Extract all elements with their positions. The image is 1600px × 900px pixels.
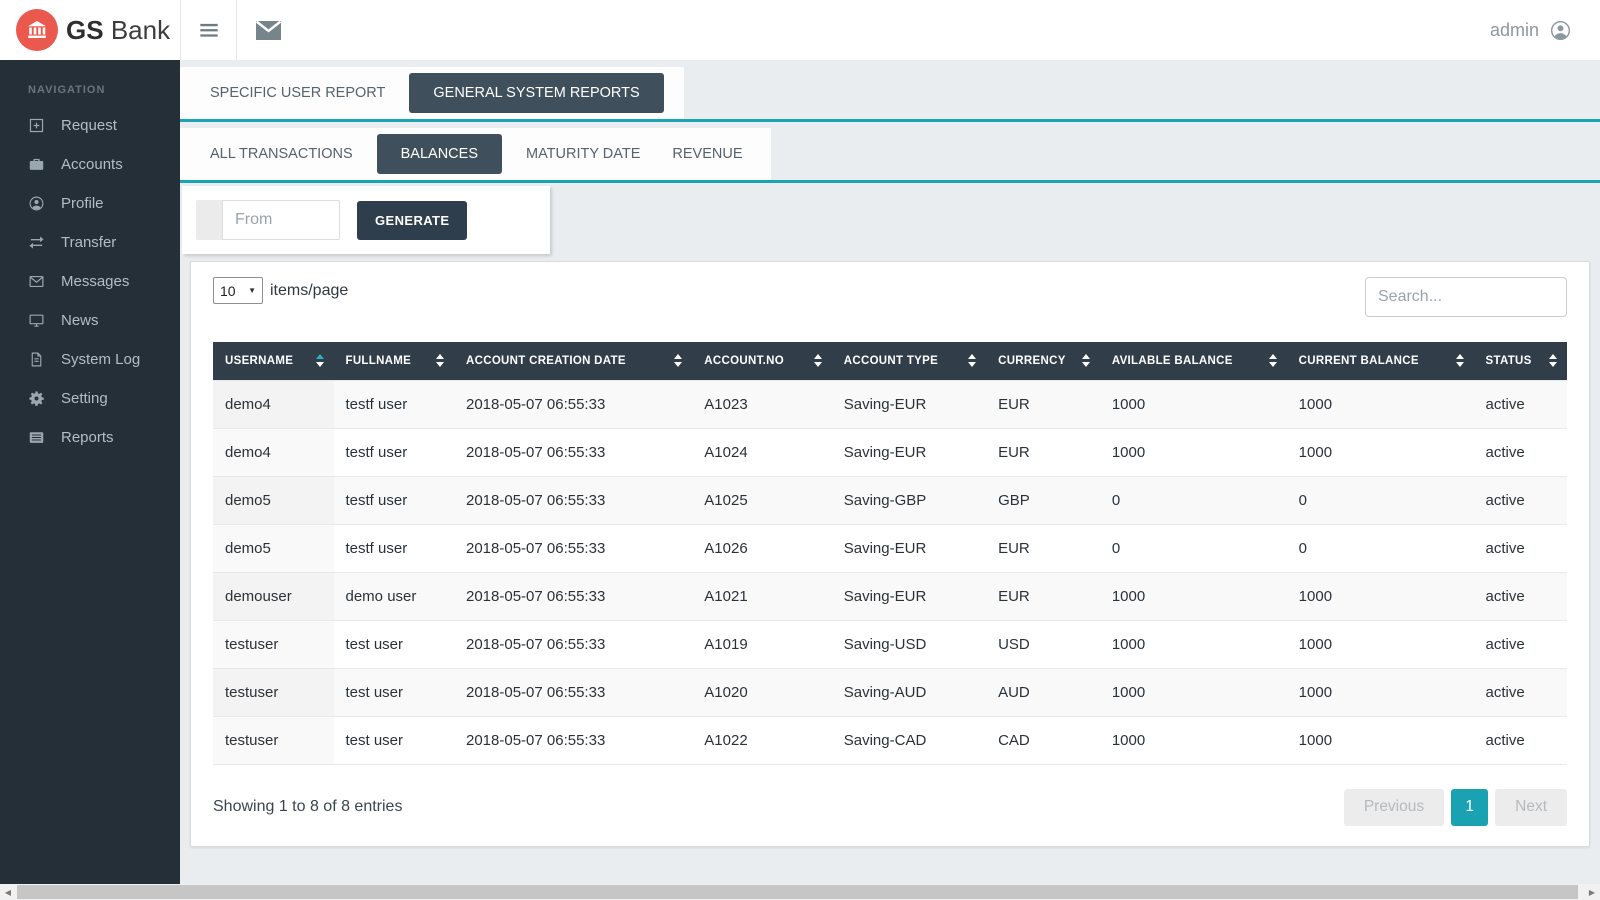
- sort-icon: [1456, 354, 1464, 367]
- page-size-label: items/page: [270, 282, 348, 300]
- sort-icon: [1549, 354, 1557, 367]
- col-header-status[interactable]: STATUS: [1474, 342, 1567, 380]
- tab-all-transactions[interactable]: ALL TRANSACTIONS: [196, 134, 367, 174]
- page-1-button[interactable]: 1: [1451, 789, 1488, 826]
- from-date-input[interactable]: [222, 200, 340, 240]
- col-header-username[interactable]: USERNAME: [213, 342, 334, 380]
- sidebar-item-transfer[interactable]: Transfer: [0, 223, 180, 262]
- tab-general-system-reports[interactable]: GENERAL SYSTEM REPORTS: [409, 73, 663, 113]
- table-row: testusertest user2018-05-07 06:55:33A102…: [213, 668, 1567, 716]
- chevron-down-icon: ▼: [248, 286, 256, 295]
- col-header-account-no[interactable]: ACCOUNT.NO: [692, 342, 831, 380]
- page-size-control: 10 ▼ items/page: [213, 277, 348, 304]
- briefcase-icon: [28, 156, 45, 173]
- report-filter-card: GENERATE: [182, 186, 550, 254]
- sidebar-item-reports[interactable]: Reports: [0, 418, 180, 457]
- table-row: demo5testf user2018-05-07 06:55:33A1025S…: [213, 476, 1567, 524]
- table-footer: Showing 1 to 8 of 8 entries Previous 1 N…: [213, 789, 1567, 826]
- sort-icon: [436, 354, 444, 367]
- sidebar-item-accounts[interactable]: Accounts: [0, 145, 180, 184]
- sidebar-nav-header: NAVIGATION: [0, 60, 180, 106]
- tab-specific-user-report[interactable]: SPECIFIC USER REPORT: [196, 73, 399, 113]
- envelope-icon: [28, 273, 45, 290]
- table-row: testusertest user2018-05-07 06:55:33A101…: [213, 620, 1567, 668]
- brand-name: GS Bank: [66, 15, 170, 46]
- scroll-right-arrow-icon[interactable]: ▶: [1584, 884, 1600, 900]
- table-row: demouserdemo user2018-05-07 06:55:33A102…: [213, 572, 1567, 620]
- search-input[interactable]: [1365, 277, 1567, 317]
- plus-square-icon: [28, 117, 45, 134]
- admin-user-menu[interactable]: admin: [1490, 0, 1600, 60]
- sidebar-item-system-log[interactable]: System Log: [0, 340, 180, 379]
- table-row: demo4testf user2018-05-07 06:55:33A1024S…: [213, 428, 1567, 476]
- user-icon: [28, 195, 45, 212]
- sort-icon: [674, 354, 682, 367]
- sort-icon: [1082, 354, 1090, 367]
- list-icon: [28, 429, 45, 446]
- sort-icon: [968, 354, 976, 367]
- scroll-left-arrow-icon[interactable]: ◀: [0, 884, 16, 900]
- sidebar: NAVIGATION Request Accounts Profile Tran…: [0, 60, 180, 884]
- sort-icon: [814, 354, 822, 367]
- page-size-select[interactable]: 10 ▼: [213, 277, 263, 304]
- generate-button[interactable]: GENERATE: [357, 201, 467, 240]
- col-header-account-type[interactable]: ACCOUNT TYPE: [832, 342, 986, 380]
- sub-tabs: ALL TRANSACTIONS BALANCES MATURITY DATE …: [180, 128, 771, 180]
- report-tabs-row: SPECIFIC USER REPORT GENERAL SYSTEM REPO…: [180, 67, 1600, 119]
- sidebar-item-profile[interactable]: Profile: [0, 184, 180, 223]
- messages-envelope-icon[interactable]: [237, 0, 299, 60]
- brand-logo[interactable]: GS Bank: [0, 0, 180, 60]
- transfer-arrows-icon: [28, 234, 45, 251]
- table-row: demo4testf user2018-05-07 06:55:33A1023S…: [213, 380, 1567, 428]
- col-header-currency[interactable]: CURRENCY: [986, 342, 1100, 380]
- col-header-current-balance[interactable]: CURRENT BALANCE: [1287, 342, 1474, 380]
- balances-table: USERNAME FULLNAME ACCOUNT CREATION DATE …: [213, 342, 1567, 765]
- table-row: testusertest user2018-05-07 06:55:33A102…: [213, 716, 1567, 764]
- divider-teal-bottom: [180, 180, 1600, 183]
- main-content: SPECIFIC USER REPORT GENERAL SYSTEM REPO…: [180, 60, 1600, 884]
- divider-teal-top: [180, 119, 1600, 122]
- table-controls: 10 ▼ items/page: [213, 277, 1567, 317]
- sidebar-item-setting[interactable]: Setting: [0, 379, 180, 418]
- col-header-fullname[interactable]: FULLNAME: [334, 342, 455, 380]
- next-page-button[interactable]: Next: [1495, 789, 1567, 826]
- hamburger-menu-icon[interactable]: [180, 0, 237, 60]
- document-icon: [28, 351, 45, 368]
- sort-icon: [1269, 354, 1277, 367]
- horizontal-scrollbar[interactable]: ◀ ▶: [0, 884, 1600, 900]
- table-header-row: USERNAME FULLNAME ACCOUNT CREATION DATE …: [213, 342, 1567, 380]
- tab-maturity-date[interactable]: MATURITY DATE: [512, 134, 654, 174]
- sidebar-item-messages[interactable]: Messages: [0, 262, 180, 301]
- admin-username: admin: [1490, 20, 1539, 41]
- entries-summary: Showing 1 to 8 of 8 entries: [213, 798, 402, 816]
- tab-balances[interactable]: BALANCES: [377, 134, 502, 174]
- topbar: GS Bank admin: [0, 0, 1600, 60]
- col-header-account-creation-date[interactable]: ACCOUNT CREATION DATE: [454, 342, 692, 380]
- tab-revenue[interactable]: REVENUE: [658, 134, 756, 174]
- col-header-avilable-balance[interactable]: AVILABLE BALANCE: [1100, 342, 1287, 380]
- bank-logo-icon: [16, 9, 58, 51]
- report-tabs: SPECIFIC USER REPORT GENERAL SYSTEM REPO…: [180, 67, 684, 119]
- topbar-spacer: [299, 0, 1490, 60]
- sub-tabs-row: ALL TRANSACTIONS BALANCES MATURITY DATE …: [180, 128, 1600, 180]
- monitor-icon: [28, 312, 45, 329]
- table-row: demo5testf user2018-05-07 06:55:33A1026S…: [213, 524, 1567, 572]
- scrollbar-thumb[interactable]: [17, 885, 1578, 899]
- sort-icon: [316, 354, 324, 367]
- date-picker-addon[interactable]: [196, 200, 222, 240]
- balances-table-panel: 10 ▼ items/page USERNAME FULLNAME ACCOUN…: [190, 261, 1590, 847]
- pagination: Previous 1 Next: [1344, 789, 1567, 826]
- sidebar-item-request[interactable]: Request: [0, 106, 180, 145]
- gear-icon: [28, 390, 45, 407]
- sidebar-item-news[interactable]: News: [0, 301, 180, 340]
- user-circle-icon: [1549, 19, 1572, 42]
- previous-page-button[interactable]: Previous: [1344, 789, 1444, 826]
